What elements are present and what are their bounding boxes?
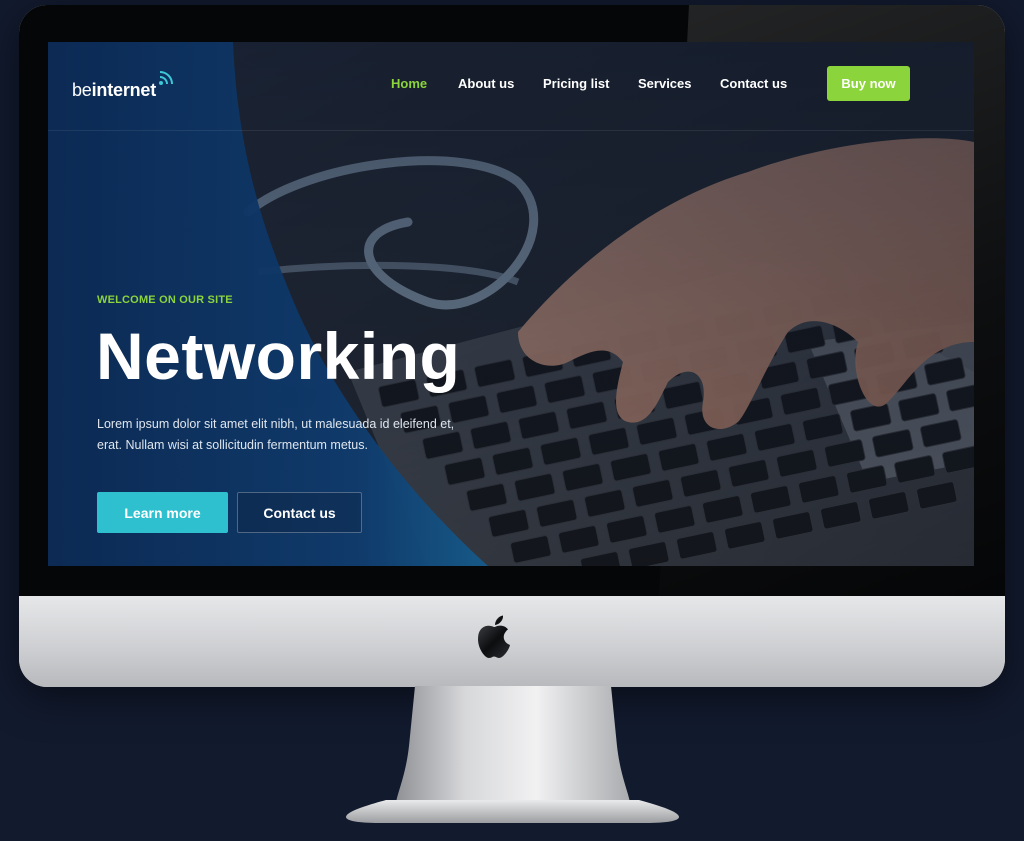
- site-header: beinternet Home About us Pricing list Se…: [48, 42, 974, 131]
- nav-about-us[interactable]: About us: [458, 76, 514, 91]
- hero-description: Lorem ipsum dolor sit amet elit nibh, ut…: [97, 414, 507, 456]
- hero-description-line: Lorem ipsum dolor sit amet elit nibh, ut…: [97, 417, 455, 431]
- learn-more-button[interactable]: Learn more: [97, 492, 228, 533]
- logo-brand: internet: [91, 80, 157, 100]
- hero-title: Networking: [96, 319, 461, 393]
- buy-now-button[interactable]: Buy now: [827, 66, 910, 101]
- nav-pricing-list[interactable]: Pricing list: [543, 76, 609, 91]
- wifi-icon: [159, 71, 173, 85]
- hero-description-line: erat. Nullam wisi at sollicitudin fermen…: [97, 438, 368, 452]
- contact-us-button[interactable]: Contact us: [237, 492, 362, 533]
- site-logo[interactable]: beinternet: [72, 80, 156, 101]
- website-screen: beinternet Home About us Pricing list Se…: [48, 42, 974, 566]
- logo-prefix: be: [72, 80, 92, 100]
- nav-services[interactable]: Services: [638, 76, 692, 91]
- monitor-stand-base: [346, 800, 679, 823]
- apple-logo-icon: [478, 615, 510, 658]
- nav-contact-us[interactable]: Contact us: [720, 76, 787, 91]
- hero-eyebrow: WELCOME ON OUR SITE: [97, 294, 233, 306]
- nav-home[interactable]: Home: [391, 76, 427, 91]
- monitor-stand: [395, 686, 631, 811]
